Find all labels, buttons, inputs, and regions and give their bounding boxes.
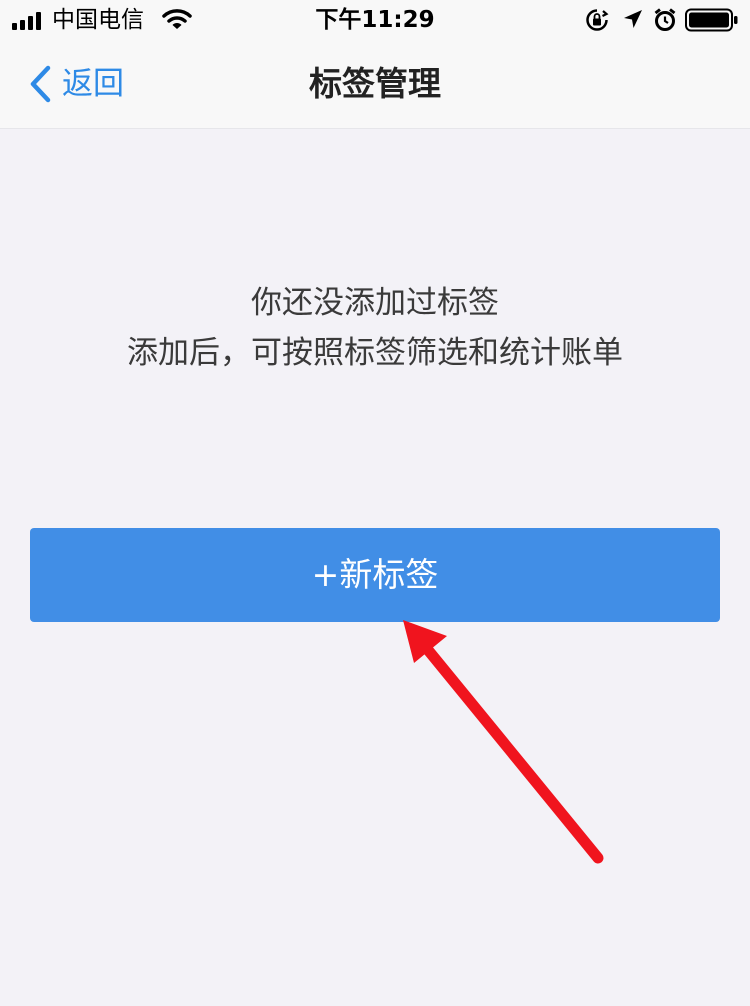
- new-tag-button[interactable]: +新标签: [30, 528, 720, 622]
- empty-state-message: 你还没添加过标签: [251, 285, 499, 321]
- page-title: 标签管理: [309, 64, 441, 103]
- battery-icon: [685, 8, 738, 32]
- empty-state-hint: 添加后，可按照标签筛选和统计账单: [127, 335, 623, 371]
- orientation-lock-icon: [586, 9, 609, 31]
- alarm-clock-icon: [654, 8, 676, 31]
- location-arrow-icon: [624, 10, 642, 28]
- navigation-bar: 返回 标签管理: [0, 40, 750, 128]
- annotation-arrow: [403, 620, 604, 864]
- status-bar: 中国电信 下午11:29: [0, 0, 750, 40]
- top-area: 中国电信 下午11:29 返回 标签管理: [0, 0, 750, 129]
